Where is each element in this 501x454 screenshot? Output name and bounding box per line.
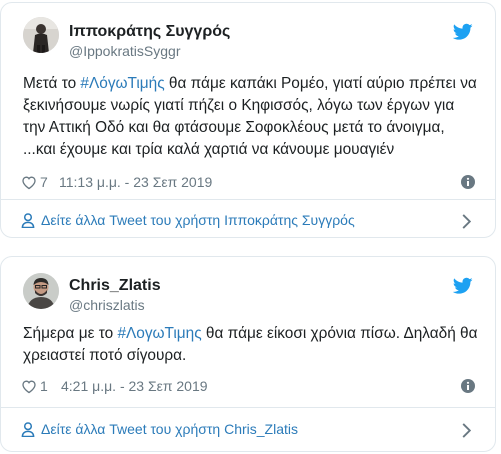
tweet-text-start: Σήμερα με το xyxy=(23,325,118,342)
tweet-text: Σήμερα με το #ΛογωΤιμης θα πάμε είκοσι χ… xyxy=(23,323,479,367)
heart-icon[interactable] xyxy=(21,175,37,190)
like-count[interactable]: 7 xyxy=(40,174,48,190)
tweet-timestamp[interactable]: 4:21 μ.μ. - 23 Σεπ 2019 xyxy=(61,378,208,394)
divider xyxy=(1,199,495,200)
info-icon[interactable] xyxy=(461,379,475,393)
author-handle[interactable]: @IppokratisSyggr xyxy=(69,43,180,59)
person-icon xyxy=(21,213,35,228)
tweet-header: Ιπποκράτης Συγγρός @IppokratisSyggr xyxy=(1,3,495,73)
avatar[interactable] xyxy=(23,273,59,309)
tweet-meta: 7 11:13 μ.μ. - 23 Σεπ 2019 xyxy=(21,173,479,193)
more-tweets-link[interactable]: Δείτε άλλα Tweet του χρήστη Chris_Zlatis xyxy=(21,415,479,445)
like-count[interactable]: 1 xyxy=(40,378,48,394)
tweet-card[interactable]: Chris_Zlatis @chriszlatis Σήμερα με το #… xyxy=(0,256,496,452)
chevron-right-icon[interactable] xyxy=(461,214,471,229)
twitter-bird-icon[interactable] xyxy=(453,277,473,295)
twitter-bird-icon[interactable] xyxy=(453,23,473,41)
tweet-text-start: Μετά το xyxy=(23,75,81,92)
more-tweets-label[interactable]: Δείτε άλλα Tweet του χρήστη Ιπποκράτης Σ… xyxy=(41,212,355,228)
avatar[interactable] xyxy=(23,17,59,53)
tweet-card[interactable]: Ιπποκράτης Συγγρός @IppokratisSyggr Μετά… xyxy=(0,2,496,238)
chevron-right-icon[interactable] xyxy=(461,423,471,438)
divider xyxy=(1,407,495,408)
person-icon xyxy=(21,422,35,437)
tweet-timestamp[interactable]: 11:13 μ.μ. - 23 Σεπ 2019 xyxy=(59,174,212,190)
more-tweets-label[interactable]: Δείτε άλλα Tweet του χρήστη Chris_Zlatis xyxy=(41,421,298,437)
tweet-header: Chris_Zlatis @chriszlatis xyxy=(1,257,495,327)
tweet-text: Μετά το #ΛόγωΤιμής θα πάμε καπάκι Ρομέο,… xyxy=(23,73,479,161)
hashtag-link[interactable]: #ΛόγωΤιμής xyxy=(80,75,164,92)
heart-icon[interactable] xyxy=(21,379,37,394)
author-name[interactable]: Ιπποκράτης Συγγρός xyxy=(69,23,230,41)
more-tweets-link[interactable]: Δείτε άλλα Tweet του χρήστη Ιπποκράτης Σ… xyxy=(21,206,479,236)
author-handle[interactable]: @chriszlatis xyxy=(69,297,145,313)
info-icon[interactable] xyxy=(461,175,475,189)
author-name[interactable]: Chris_Zlatis xyxy=(69,277,161,295)
tweet-meta: 1 4:21 μ.μ. - 23 Σεπ 2019 xyxy=(21,377,479,397)
hashtag-link[interactable]: #ΛογωΤιμης xyxy=(117,325,201,342)
